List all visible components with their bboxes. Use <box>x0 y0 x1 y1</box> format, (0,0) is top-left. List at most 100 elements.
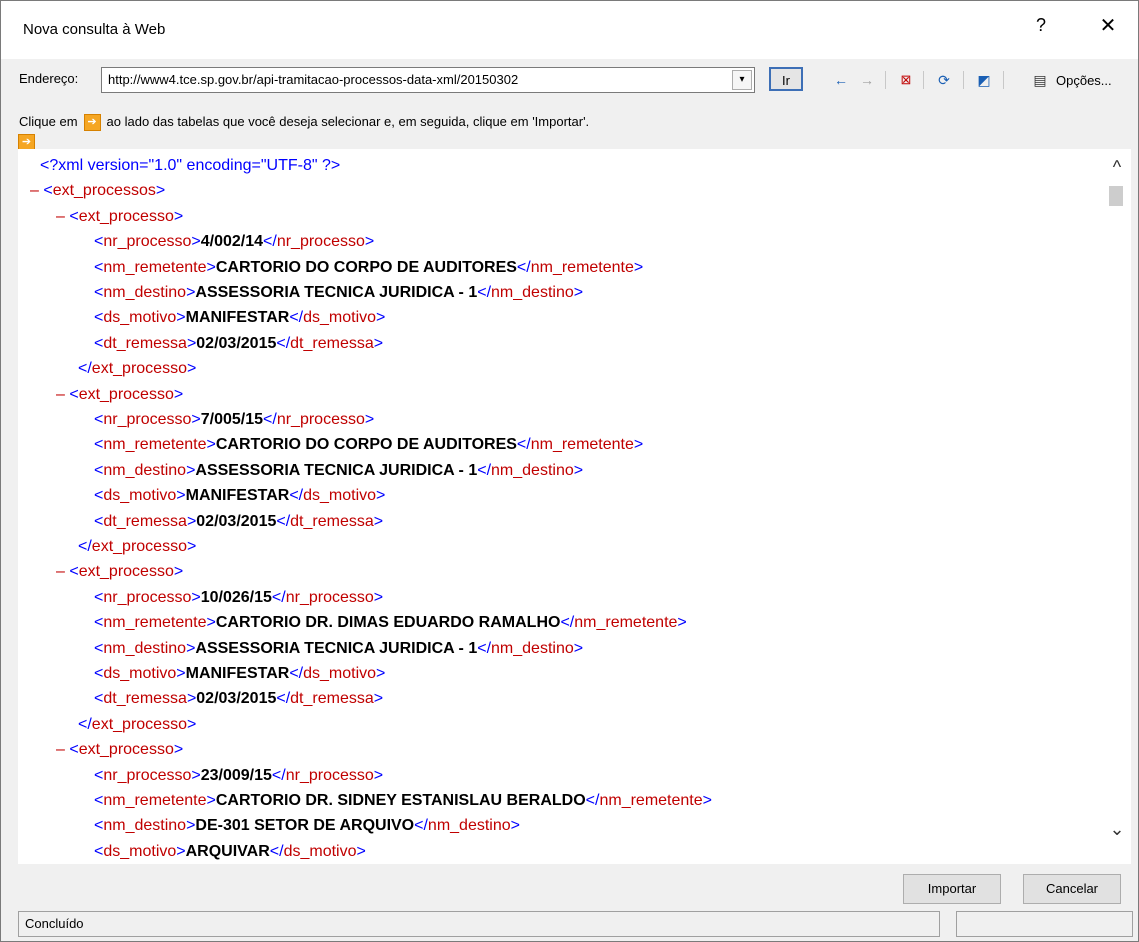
xml-bracket: < <box>94 817 104 835</box>
xml-bracket: > <box>173 741 184 759</box>
xml-bracket: </ <box>516 436 531 454</box>
xml-bracket: </ <box>78 360 92 378</box>
xml-bracket: > <box>356 842 366 860</box>
xml-bracket: </ <box>78 715 92 733</box>
scroll-up-icon[interactable]: ^ <box>1103 157 1131 178</box>
xml-bracket: </ <box>585 792 600 809</box>
xml-tag-name: ext_processo <box>91 715 187 733</box>
xml-bracket: </ <box>269 842 284 860</box>
back-arrow-icon[interactable]: ← <box>831 69 851 91</box>
xml-bracket: > <box>186 817 196 835</box>
import-button[interactable]: Importar <box>903 874 1001 904</box>
xml-bracket: < <box>94 233 104 251</box>
refresh-icon[interactable]: ⟳ <box>933 69 955 91</box>
collapse-toggle-icon[interactable]: – <box>56 386 69 403</box>
go-button[interactable]: Ir <box>769 67 803 91</box>
xml-bracket: < <box>94 639 104 657</box>
xml-bracket: > <box>176 665 186 682</box>
instruction-text: Clique em ➔ ao lado das tabelas que você d… <box>19 114 590 132</box>
xml-field-nr-processo: <nr_processo>23/009/15</nr_processo> <box>94 767 383 785</box>
xml-bracket: > <box>191 766 201 784</box>
forward-arrow-icon[interactable]: → <box>857 69 877 91</box>
xml-bracket: </ <box>263 233 277 251</box>
vertical-scrollbar[interactable]: ^ ⌄ <box>1103 149 1131 864</box>
xml-root-open: – <ext_processos> <box>30 182 165 200</box>
close-button[interactable]: ✕ <box>1093 13 1123 38</box>
xml-bracket: </ <box>289 309 304 327</box>
xml-tag-name: nm_destino <box>103 284 187 301</box>
xml-bracket: > <box>373 588 384 606</box>
xml-bracket: > <box>573 639 584 657</box>
xml-tag-name: ds_motivo <box>303 665 377 682</box>
xml-tag-name: ext_processo <box>91 360 187 378</box>
chevron-down-icon[interactable]: ▾ <box>732 70 752 90</box>
xml-bracket: > <box>191 588 201 606</box>
xml-bracket: > <box>186 690 197 708</box>
xml-bracket: < <box>94 334 104 352</box>
toolbar-separator <box>1003 71 1004 89</box>
address-label: Endereço: <box>19 71 79 86</box>
xml-bracket: > <box>186 461 196 479</box>
xml-tag-name: nm_remetente <box>530 258 634 276</box>
xml-bracket: > <box>373 690 384 708</box>
toolbar-separator <box>923 71 924 89</box>
xml-bracket: < <box>94 690 104 708</box>
xml-bracket: > <box>186 360 197 378</box>
xml-value: CARTORIO DR. SIDNEY ESTANISLAU BERALDO <box>215 792 586 809</box>
xml-bracket: > <box>173 563 184 581</box>
collapse-toggle-icon[interactable]: – <box>56 563 69 580</box>
xml-bracket: </ <box>516 258 531 276</box>
xml-tag-name: ds_motivo <box>303 487 377 505</box>
collapse-toggle-icon[interactable]: – <box>56 741 69 758</box>
xml-bracket: > <box>373 512 384 530</box>
xml-tag-name: ds_motivo <box>103 665 177 682</box>
xml-bracket: < <box>43 182 53 200</box>
select-arrow-icon: ➔ <box>83 114 101 132</box>
xml-field-ds-motivo: <ds_motivo>MANIFESTAR</ds_motivo> <box>94 309 385 327</box>
xml-bracket: < <box>94 284 104 301</box>
cancel-button[interactable]: Cancelar <box>1023 874 1121 904</box>
toolbar-separator <box>963 71 964 89</box>
show-icons-icon[interactable]: ◩ <box>973 69 995 91</box>
xml-bracket: </ <box>477 461 492 479</box>
options-icon[interactable]: ▤ <box>1029 69 1051 91</box>
hint-after: ao lado das tabelas que você deseja sele… <box>106 114 590 129</box>
xml-field-nr-processo: <nr_processo>7/005/15</nr_processo> <box>94 411 374 429</box>
stop-icon[interactable]: ⊠ <box>895 69 917 91</box>
xml-value: 02/03/2015 <box>196 512 277 530</box>
xml-value: 02/03/2015 <box>196 690 277 708</box>
xml-bracket: > <box>376 487 386 505</box>
xml-bracket: </ <box>78 538 92 555</box>
scroll-down-icon[interactable]: ⌄ <box>1103 819 1131 840</box>
address-input[interactable]: http://www4.tce.sp.gov.br/api-tramitacao… <box>101 67 755 93</box>
xml-preview[interactable]: <?xml version="1.0" encoding="UTF-8" ?> –… <box>18 149 1120 864</box>
xml-tag-name: nm_destino <box>103 639 187 657</box>
collapse-toggle-icon[interactable]: – <box>30 182 43 199</box>
xml-bracket: < <box>69 207 79 225</box>
status-text: Concluído <box>25 916 84 931</box>
xml-field-ds-motivo: <ds_motivo>ARQUIVAR</ds_motivo> <box>94 843 366 861</box>
xml-process-close: </ext_processo> <box>78 716 196 734</box>
collapse-toggle-icon[interactable]: – <box>56 208 69 225</box>
xml-process-close: </ext_processo> <box>78 538 196 556</box>
help-button[interactable]: ? <box>1026 15 1056 36</box>
xml-tag-name: ext_processo <box>78 563 174 581</box>
xml-tag-name: nm_remetente <box>574 614 678 632</box>
xml-declaration-text: <?xml version="1.0" encoding="UTF-8" ?> <box>40 157 341 174</box>
xml-bracket: < <box>94 436 104 454</box>
xml-process-open: – <ext_processo> <box>56 208 183 226</box>
xml-value: MANIFESTAR <box>185 309 290 327</box>
xml-bracket: > <box>573 284 584 301</box>
xml-bracket: > <box>173 207 184 225</box>
xml-bracket: < <box>69 385 79 403</box>
options-button[interactable]: Opções... <box>1056 73 1112 88</box>
web-query-dialog: Nova consulta à Web ? ✕ Endereço: http:/… <box>0 0 1139 942</box>
scroll-thumb[interactable] <box>1109 186 1123 206</box>
address-url[interactable]: http://www4.tce.sp.gov.br/api-tramitacao… <box>108 72 518 87</box>
xml-tag-name: nm_remetente <box>103 258 207 276</box>
xml-bracket: > <box>176 842 186 860</box>
xml-tag-name: ext_processo <box>78 385 174 403</box>
xml-value: CARTORIO DO CORPO DE AUDITORES <box>215 436 517 454</box>
xml-declaration: <?xml version="1.0" encoding="UTF-8" ?> <box>40 157 340 175</box>
xml-bracket: > <box>191 411 201 428</box>
